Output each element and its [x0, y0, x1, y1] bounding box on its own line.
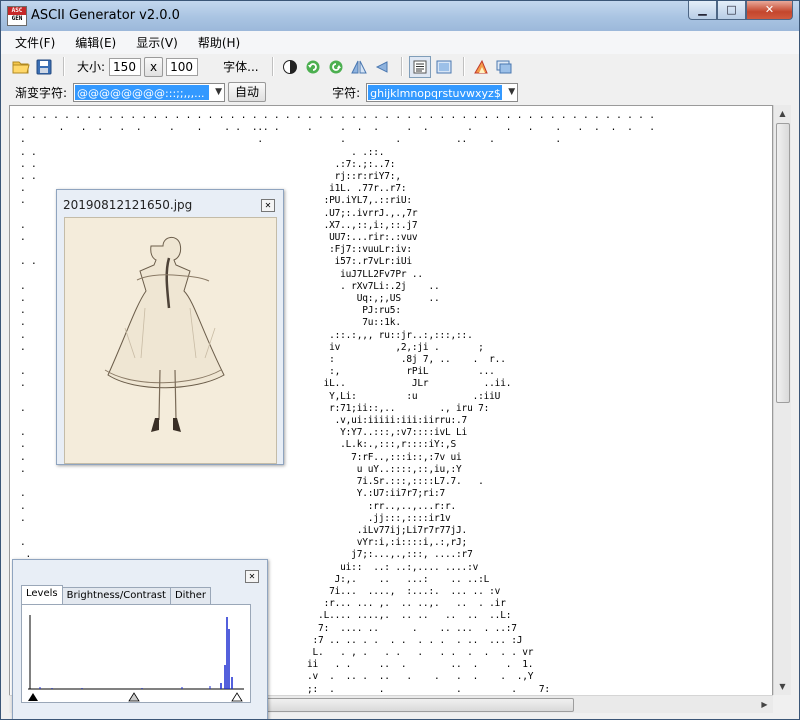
- maximize-button[interactable]: □: [717, 1, 746, 20]
- tab-dither[interactable]: Dither: [169, 587, 211, 604]
- toolbar-separator: [462, 57, 465, 76]
- main-toolbar: 大小: 150 x 100 字体...: [1, 54, 799, 79]
- app-logo-top-text: ASC: [8, 7, 26, 15]
- vertical-scroll-thumb[interactable]: [776, 123, 790, 403]
- flip-horizontal-icon[interactable]: [349, 57, 369, 77]
- chars-value: ghijklmnopqrstuvwxyz$: [368, 84, 503, 100]
- image-preview-window[interactable]: 20190812121650.jpg ✕: [56, 189, 284, 465]
- chars-combobox[interactable]: ghijklmnopqrstuvwxyz$ ▼: [366, 82, 519, 102]
- scroll-down-icon[interactable]: ▼: [774, 678, 791, 695]
- width-input[interactable]: 150: [109, 57, 142, 76]
- menu-view[interactable]: 显示(V): [136, 34, 178, 51]
- ramp-toolbar: 渐变字符: @@@@@@@@:::;;,,,... ▼ 自动 字符: ghijk…: [1, 80, 799, 104]
- tab-brightness-contrast[interactable]: Brightness/Contrast: [61, 587, 171, 604]
- app-window: ASC GEN ASCII Generator v2.0.0 ▁ □ ✕ 文件(…: [0, 0, 800, 720]
- save-icon[interactable]: [34, 57, 54, 77]
- minimize-button[interactable]: ▁: [688, 1, 717, 20]
- lock-ratio-button[interactable]: x: [144, 56, 164, 77]
- refresh-icon[interactable]: [326, 57, 346, 77]
- preview-title: 20190812121650.jpg: [63, 198, 193, 212]
- levels-window[interactable]: ✕ Levels Brightness/Contrast Dither: [12, 559, 268, 719]
- image-view-icon[interactable]: [434, 57, 454, 77]
- chars-label: 字符:: [332, 85, 361, 100]
- chevron-down-icon[interactable]: ▼: [215, 84, 222, 101]
- invert-icon[interactable]: [280, 57, 300, 77]
- horizontal-scroll-thumb[interactable]: [264, 698, 574, 712]
- preview-close-button[interactable]: ✕: [261, 199, 275, 212]
- rotate-icon[interactable]: [303, 57, 323, 77]
- flip-vertical-icon[interactable]: [372, 57, 392, 77]
- menu-edit[interactable]: 编辑(E): [75, 34, 116, 51]
- ramp-label: 渐变字符:: [15, 85, 68, 100]
- toolbar-separator: [63, 57, 65, 76]
- size-label: 大小:: [77, 60, 106, 74]
- chevron-down-icon[interactable]: ▼: [508, 84, 515, 101]
- auto-button[interactable]: 自动: [228, 82, 267, 102]
- levels-close-button[interactable]: ✕: [245, 570, 259, 583]
- height-input[interactable]: 100: [166, 57, 199, 76]
- window-title: ASCII Generator v2.0.0: [31, 8, 180, 23]
- menu-help[interactable]: 帮助(H): [198, 34, 240, 51]
- color-icon[interactable]: [471, 57, 491, 77]
- scroll-up-icon[interactable]: ▲: [774, 105, 791, 122]
- preview-image: [64, 217, 277, 464]
- dress-sketch-illustration: [104, 237, 225, 432]
- ramp-value: @@@@@@@@:::;;,,,...: [75, 84, 210, 100]
- histogram-graph: [28, 615, 244, 702]
- title-bar[interactable]: ASC GEN ASCII Generator v2.0.0 ▁ □ ✕: [1, 1, 799, 31]
- export-icon[interactable]: [494, 57, 514, 77]
- app-logo-bottom-text: GEN: [11, 15, 23, 22]
- scroll-right-icon[interactable]: ▶: [756, 696, 773, 713]
- toolbar-separator: [271, 57, 274, 76]
- levels-histogram[interactable]: [21, 604, 251, 703]
- menu-file[interactable]: 文件(F): [15, 34, 55, 51]
- open-folder-icon[interactable]: [11, 57, 31, 77]
- tab-levels[interactable]: Levels: [21, 585, 63, 604]
- close-button[interactable]: ✕: [746, 1, 793, 20]
- vertical-scrollbar[interactable]: ▲ ▼: [773, 105, 791, 695]
- font-button[interactable]: 字体...: [216, 57, 265, 77]
- app-logo-icon: ASC GEN: [7, 6, 27, 26]
- ramp-combobox[interactable]: @@@@@@@@:::;;,,,... ▼: [73, 82, 226, 102]
- toolbar-separator: [400, 57, 403, 76]
- menu-bar: 文件(F) 编辑(E) 显示(V) 帮助(H): [1, 31, 799, 54]
- text-view-icon[interactable]: [408, 55, 431, 78]
